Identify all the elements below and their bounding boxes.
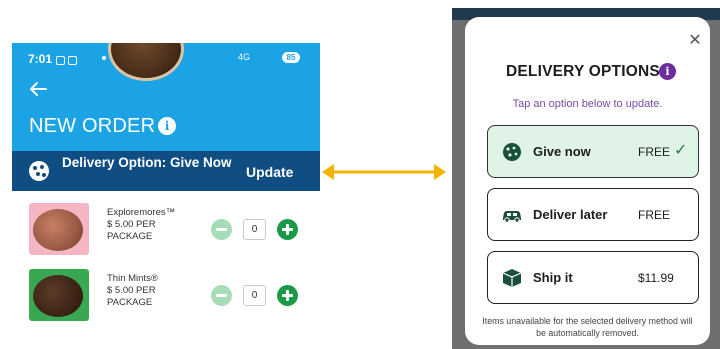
option-give-now[interactable]: Give now FREE ✓ — [487, 125, 699, 178]
option-ship-it[interactable]: Ship it $11.99 — [487, 251, 699, 304]
increase-quantity-button[interactable] — [277, 285, 298, 306]
product-price: $ 5.00 PER PACKAGE — [107, 219, 156, 242]
back-arrow-icon[interactable] — [29, 81, 47, 97]
info-icon[interactable]: i — [158, 117, 176, 135]
cookie-photo — [108, 43, 184, 81]
delivery-options-modal: ✕ DELIVERY OPTIONS i Tap an option below… — [465, 17, 710, 345]
footer-note: Items unavailable for the selected deliv… — [482, 316, 693, 338]
cookie-image — [33, 275, 83, 317]
product-name: Thin Mints® — [107, 273, 158, 284]
cookie-image — [33, 209, 83, 251]
info-icon[interactable]: i — [659, 63, 676, 80]
option-price: $11.99 — [638, 271, 674, 285]
product-image — [29, 203, 89, 255]
option-label: Ship it — [533, 270, 573, 285]
product-image — [29, 269, 89, 321]
modal-subtitle: Tap an option below to update. — [512, 98, 663, 110]
delivery-options-screen: ✕ DELIVERY OPTIONS i Tap an option below… — [452, 8, 720, 349]
delivery-option-label: Delivery Option: Give Now — [62, 155, 232, 170]
checkmark-icon: ✓ — [674, 142, 688, 159]
option-price: FREE — [638, 145, 671, 159]
product-name: Exploremores™ — [107, 207, 176, 218]
product-price: $ 5.00 PER PACKAGE — [107, 285, 156, 308]
page-title: NEW ORDER — [29, 115, 156, 137]
notification-icons — [56, 52, 104, 65]
notification-dot-icon — [102, 56, 106, 60]
decrease-quantity-button[interactable] — [211, 285, 232, 306]
box-icon — [502, 269, 522, 287]
car-icon — [503, 211, 521, 223]
option-price: FREE — [638, 208, 671, 222]
double-arrow-icon — [322, 164, 446, 180]
option-label: Give now — [533, 144, 591, 159]
new-order-screen: 7:01 4G 85 NEW ORDER i Delivery Option: … — [12, 43, 320, 323]
decrease-quantity-button[interactable] — [211, 219, 232, 240]
option-label: Deliver later — [533, 207, 608, 222]
increase-quantity-button[interactable] — [277, 219, 298, 240]
cookie-icon — [29, 161, 49, 181]
close-icon[interactable]: ✕ — [688, 33, 702, 49]
quantity-field[interactable]: 0 — [243, 219, 266, 240]
cookie-icon — [503, 143, 521, 161]
delivery-option-bar: Delivery Option: Give Now Update — [12, 151, 320, 191]
app-header: 7:01 4G 85 NEW ORDER i — [12, 43, 320, 151]
status-time: 7:01 — [28, 52, 53, 66]
modal-title: DELIVERY OPTIONS — [506, 63, 660, 80]
battery-icon: 85 — [282, 52, 300, 63]
network-indicator: 4G — [238, 52, 251, 62]
product-row: Thin Mints® $ 5.00 PER PACKAGE 0 — [12, 269, 320, 323]
quantity-field[interactable]: 0 — [243, 285, 266, 306]
update-button[interactable]: Update — [246, 164, 293, 180]
option-deliver-later[interactable]: Deliver later FREE — [487, 188, 699, 241]
product-row: Exploremores™ $ 5.00 PER PACKAGE 0 — [12, 203, 320, 259]
